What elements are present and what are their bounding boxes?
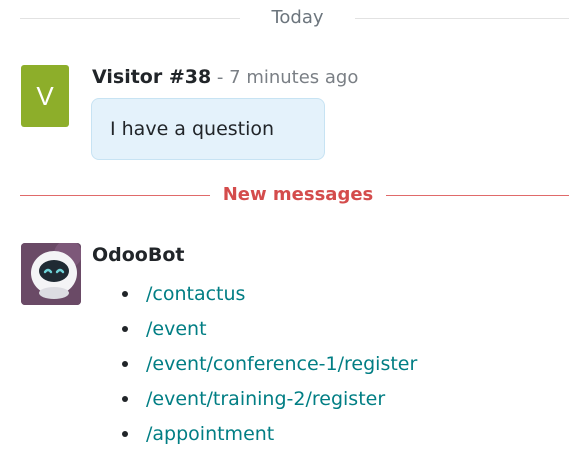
message-bubble: I have a question [91, 98, 325, 160]
message-body: I have a question [110, 118, 275, 140]
divider-line-left [20, 195, 210, 196]
bullet-icon [122, 291, 128, 297]
divider-line-right [386, 195, 569, 196]
new-messages-divider: New messages [0, 183, 569, 209]
message-author[interactable]: Visitor #38 [92, 66, 211, 88]
bullet-icon [122, 326, 128, 332]
link-event-training-register[interactable]: /event/training-2/register [146, 388, 385, 410]
message-timestamp: 7 minutes ago [229, 67, 359, 88]
message-separator: - [211, 67, 230, 88]
list-item: /appointment [118, 420, 417, 455]
bullet-icon [122, 396, 128, 402]
visitor-message-header: Visitor #38 - 7 minutes ago [92, 66, 358, 88]
odoobot-robot-icon [21, 243, 81, 305]
divider-line-right [355, 18, 569, 19]
odoobot-avatar[interactable] [21, 243, 81, 305]
link-contactus[interactable]: /contactus [146, 283, 245, 305]
list-item: /event [118, 315, 417, 350]
link-event[interactable]: /event [146, 318, 207, 340]
divider-line-left [20, 18, 240, 19]
link-event-conference-register[interactable]: /event/conference-1/register [146, 353, 417, 375]
message-author[interactable]: OdooBot [92, 244, 184, 266]
list-item: /event/training-2/register [118, 385, 417, 420]
bullet-icon [122, 431, 128, 437]
link-list: /contactus /event /event/conference-1/re… [118, 280, 417, 455]
link-appointment[interactable]: /appointment [146, 423, 274, 445]
date-divider-today: Today [0, 6, 569, 30]
new-messages-label: New messages [222, 184, 374, 205]
list-item: /event/conference-1/register [118, 350, 417, 385]
date-divider-label: Today [271, 7, 324, 28]
list-item: /contactus [118, 280, 417, 315]
visitor-avatar[interactable]: V [21, 65, 69, 127]
bullet-icon [122, 361, 128, 367]
